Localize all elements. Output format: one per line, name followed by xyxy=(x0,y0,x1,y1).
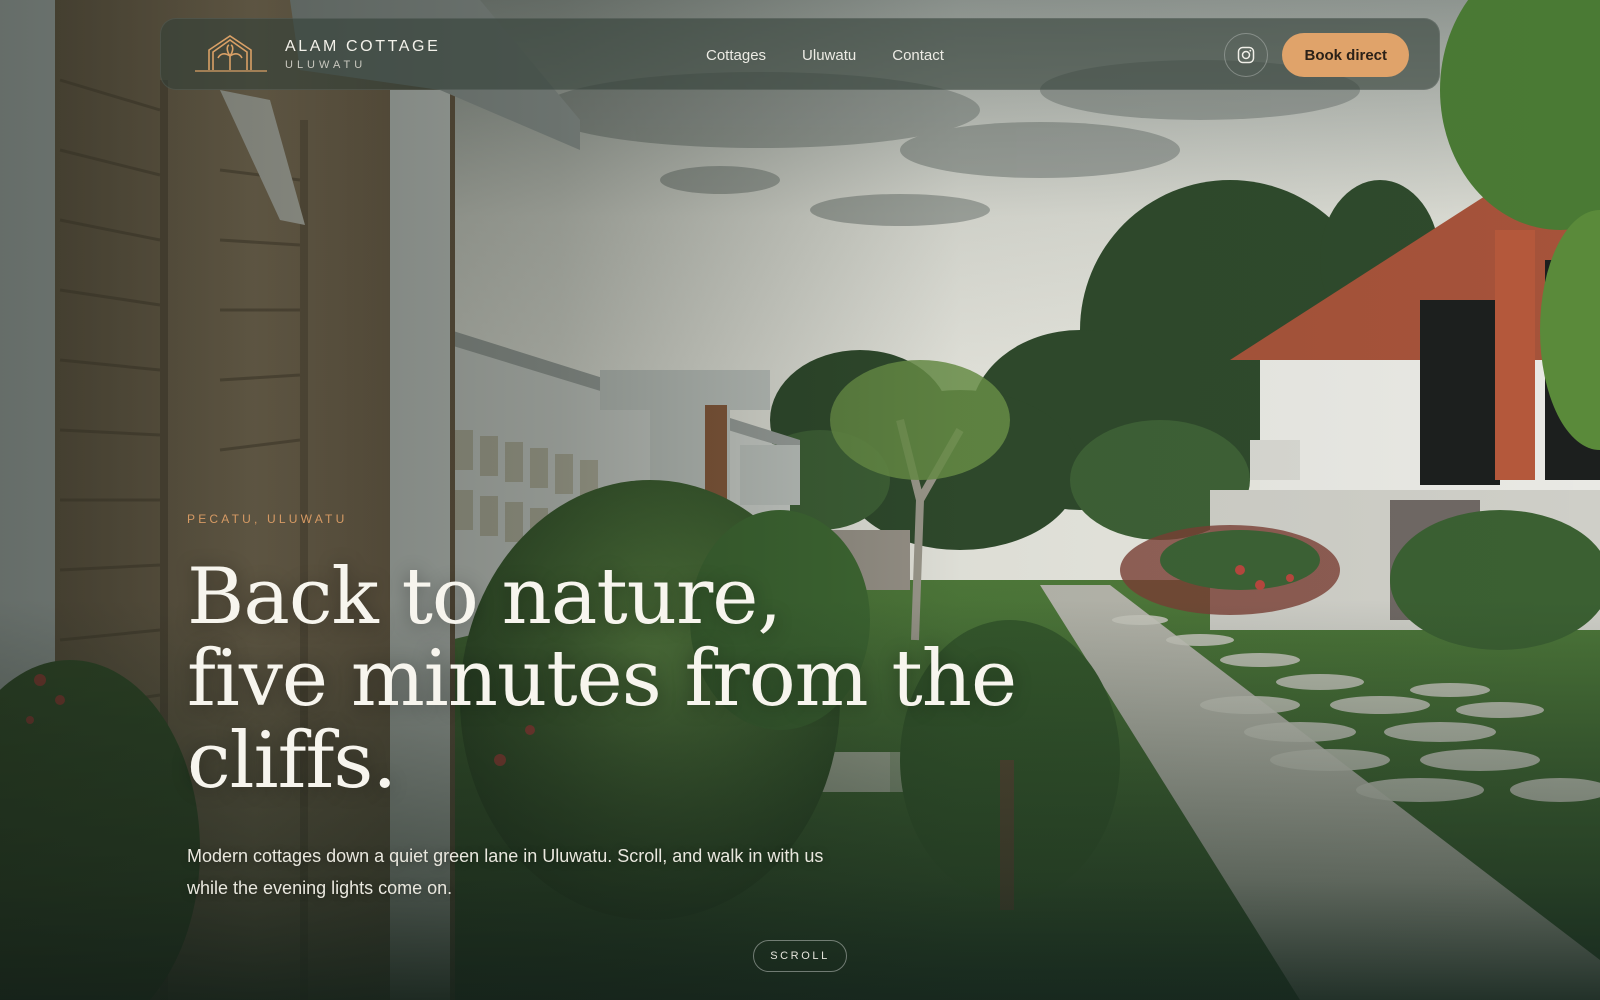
brand-name: ALAM COTTAGE xyxy=(285,37,441,55)
nav-link-uluwatu[interactable]: Uluwatu xyxy=(802,47,856,64)
hero-headline: Back to nature, five minutes from the cl… xyxy=(187,556,1047,802)
brand-subtitle: ULUWATU xyxy=(285,58,367,71)
cottage-palm-logo-icon xyxy=(195,35,267,72)
hero-headline-line: cliffs. xyxy=(187,716,397,806)
hero-content: PECATU, ULUWATU Back to nature, five min… xyxy=(187,512,1047,904)
site-navbar: ALAM COTTAGE ULUWATU Cottages Uluwatu Co… xyxy=(160,18,1440,90)
nav-link-contact[interactable]: Contact xyxy=(892,47,944,64)
hero-lede: Modern cottages down a quiet green lane … xyxy=(187,846,824,898)
nav-link-cottages[interactable]: Cottages xyxy=(706,47,766,64)
instagram-button[interactable] xyxy=(1224,33,1269,77)
nav-actions: Book direct xyxy=(1224,19,1409,91)
brand-home-link[interactable]: ALAM COTTAGE ULUWATU xyxy=(191,32,551,76)
book-direct-button[interactable]: Book direct xyxy=(1282,33,1409,77)
instagram-icon xyxy=(1238,46,1255,64)
hero-headline-line: Back to nature, xyxy=(187,552,782,642)
hero-headline-line: five minutes from the xyxy=(187,634,1017,724)
primary-nav: Cottages Uluwatu Contact xyxy=(706,19,944,91)
scroll-indicator-button[interactable]: SCROLL xyxy=(753,940,847,972)
hero-eyebrow-location: PECATU, ULUWATU xyxy=(187,512,348,526)
